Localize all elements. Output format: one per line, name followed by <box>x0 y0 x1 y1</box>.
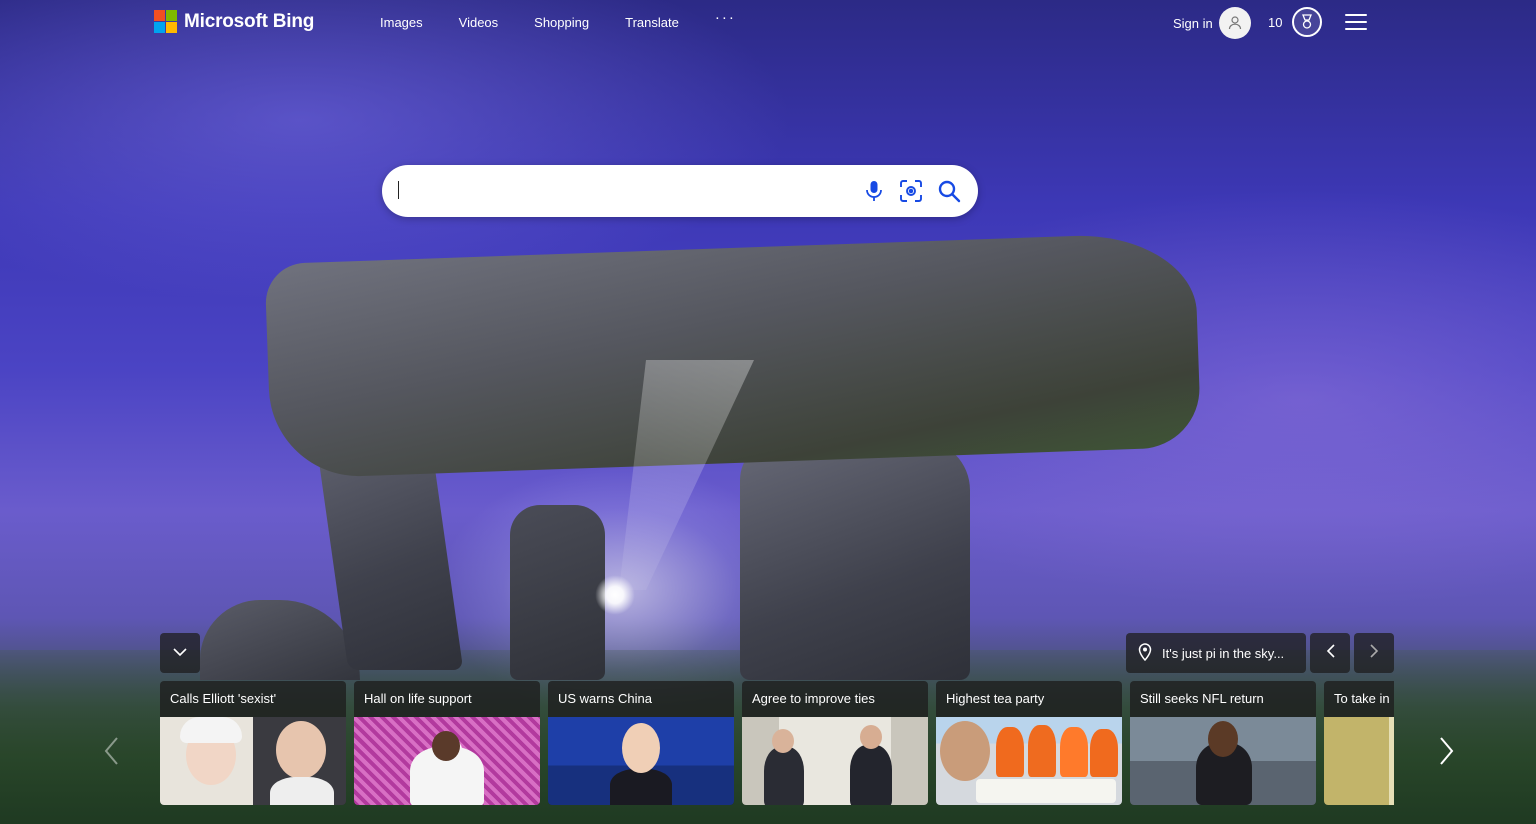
nav-translate[interactable]: Translate <box>607 15 697 30</box>
news-card[interactable]: Hall on life support <box>354 681 540 805</box>
brand-name: Microsoft Bing <box>184 10 315 32</box>
chevron-right-icon <box>1369 643 1379 663</box>
nav-videos[interactable]: Videos <box>441 15 517 30</box>
nav-shopping[interactable]: Shopping <box>516 15 607 30</box>
user-icon <box>1218 7 1251 39</box>
microsoft-logo-icon <box>154 10 177 33</box>
search-input[interactable] <box>398 173 848 209</box>
news-card[interactable]: Agree to improve ties <box>742 681 928 805</box>
rewards-medal-icon <box>1292 7 1323 37</box>
rewards-button[interactable]: 10 <box>1268 7 1323 37</box>
rewards-points: 10 <box>1268 14 1283 30</box>
news-card-title: Hall on life support <box>364 691 472 706</box>
news-card-image <box>548 717 734 805</box>
previous-image-button[interactable] <box>1310 633 1350 673</box>
news-card-title: Agree to improve ties <box>752 691 875 706</box>
top-nav: Images Videos Shopping Translate ··· <box>362 9 754 30</box>
news-card-image <box>1130 717 1316 805</box>
news-carousel: Calls Elliott 'sexist' Hall on life supp… <box>160 681 1394 805</box>
sun-glow <box>595 575 635 615</box>
bing-logo[interactable]: Microsoft Bing <box>154 10 314 33</box>
carousel-previous-button[interactable] <box>96 735 126 771</box>
news-card-title: Still seeks NFL return <box>1140 691 1264 706</box>
microphone-icon[interactable] <box>862 179 886 203</box>
collapse-news-button[interactable] <box>160 633 200 673</box>
chevron-left-icon <box>1326 643 1335 663</box>
top-header: Microsoft Bing Images Videos Shopping Tr… <box>0 0 1536 46</box>
sign-in-label: Sign in <box>1173 15 1213 31</box>
image-caption: It's just pi in the sky... <box>1162 645 1285 661</box>
dolmen-stone-right <box>740 440 970 680</box>
text-cursor <box>398 181 399 199</box>
chevron-left-icon <box>104 736 118 770</box>
news-card[interactable]: To take in r <box>1324 681 1394 805</box>
news-card-title: To take in r <box>1334 691 1394 706</box>
search-icon[interactable] <box>937 179 961 203</box>
news-track: Calls Elliott 'sexist' Hall on life supp… <box>160 681 1394 805</box>
news-card[interactable]: Still seeks NFL return <box>1130 681 1316 805</box>
visual-search-icon[interactable] <box>899 179 923 203</box>
news-card-image <box>1324 717 1394 805</box>
sign-in-button[interactable]: Sign in <box>1173 7 1251 39</box>
news-card[interactable]: Calls Elliott 'sexist' <box>160 681 346 805</box>
news-card[interactable]: US warns China <box>548 681 734 805</box>
hamburger-menu-icon[interactable] <box>1345 14 1367 30</box>
news-card-image <box>936 717 1122 805</box>
carousel-next-button[interactable] <box>1432 735 1462 771</box>
location-pin-icon <box>1138 642 1152 664</box>
nav-more[interactable]: ··· <box>697 9 754 30</box>
next-image-button[interactable] <box>1354 633 1394 673</box>
dolmen-capstone <box>264 231 1202 480</box>
news-card-title: US warns China <box>558 691 652 706</box>
image-info-button[interactable]: It's just pi in the sky... <box>1126 633 1306 673</box>
news-card-image <box>160 717 346 805</box>
chevron-right-icon <box>1440 736 1454 770</box>
news-card[interactable]: Highest tea party <box>936 681 1122 805</box>
nav-images[interactable]: Images <box>362 15 441 30</box>
chevron-down-icon <box>173 644 187 662</box>
news-card-image <box>742 717 928 805</box>
dolmen-stone-middle <box>510 505 605 680</box>
news-card-title: Calls Elliott 'sexist' <box>170 691 277 706</box>
news-card-image <box>354 717 540 805</box>
news-card-title: Highest tea party <box>946 691 1045 706</box>
search-box <box>382 165 978 217</box>
